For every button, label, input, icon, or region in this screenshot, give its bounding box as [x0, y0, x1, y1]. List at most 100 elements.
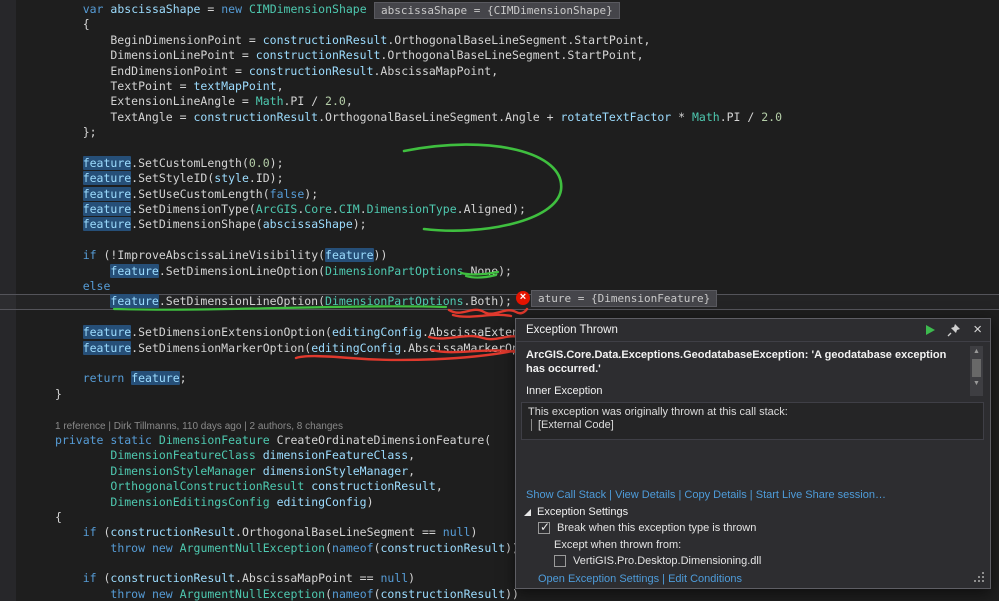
- datatip-abscissa-shape[interactable]: abscissaShape = {CIMDimensionShape}: [374, 2, 620, 19]
- code-token: feature: [82, 325, 132, 340]
- code-line[interactable]: BeginDimensionPoint = constructionResult…: [55, 33, 999, 48]
- code-line[interactable]: feature.SetStyleID(style.ID);: [55, 171, 999, 186]
- code-token: 2.0: [325, 94, 346, 109]
- link-edit-conditions[interactable]: Edit Conditions: [668, 573, 742, 585]
- code-token: .OrthogonalBaseLineSegment.StartPoint,: [380, 48, 644, 63]
- code-token: DimensionPartOptions: [325, 294, 464, 309]
- exception-settings-header[interactable]: Exception Settings: [524, 506, 628, 518]
- code-token: .SetUseCustomLength(: [131, 186, 270, 201]
- code-line[interactable]: if (!ImproveAbscissaLineVisibility(featu…: [55, 248, 999, 263]
- code-token: );: [269, 155, 284, 170]
- code-token: ,: [276, 78, 284, 93]
- code-line[interactable]: };: [55, 125, 999, 140]
- link-open-exception-settings[interactable]: Open Exception Settings: [538, 573, 659, 585]
- scroll-down-icon[interactable]: ▼: [970, 378, 983, 390]
- code-line[interactable]: feature.SetDimensionLineOption(Dimension…: [55, 263, 999, 279]
- break-checkbox-row[interactable]: Break when this exception type is thrown: [538, 520, 757, 534]
- code-token: feature: [82, 171, 132, 186]
- scroll-up-icon[interactable]: ▲: [970, 346, 983, 358]
- code-token: =: [200, 2, 222, 16]
- callstack-item[interactable]: [External Code]: [531, 419, 977, 431]
- code-token: if: [82, 525, 97, 540]
- code-token: static: [110, 432, 152, 447]
- code-token: constructionResult: [311, 479, 436, 494]
- code-line[interactable]: feature.SetDimensionShape(abscissaShape)…: [55, 217, 999, 232]
- break-checkbox-label: Break when this exception type is thrown: [557, 522, 757, 534]
- pin-icon[interactable]: [947, 323, 961, 337]
- close-icon[interactable]: ×: [973, 322, 982, 337]
- break-checkbox[interactable]: [538, 520, 550, 534]
- code-token: constructionResult: [380, 586, 506, 601]
- code-token: constructionResult: [193, 109, 319, 124]
- code-token: 0.0: [248, 155, 270, 170]
- code-line[interactable]: TextAngle = constructionResult.Orthogona…: [55, 110, 999, 125]
- code-token: (: [325, 540, 333, 555]
- code-line[interactable]: TextPoint = textMapPoint,: [55, 79, 999, 94]
- code-token: nameof: [332, 586, 374, 601]
- link-start-live-share-session[interactable]: Start Live Share session…: [756, 489, 886, 501]
- code-line[interactable]: DimensionLinePoint = constructionResult.…: [55, 48, 999, 63]
- code-token: feature: [82, 340, 132, 355]
- code-line[interactable]: ExtensionLineAngle = Math.PI / 2.0,: [55, 94, 999, 109]
- code-line[interactable]: [55, 233, 999, 248]
- code-token: ExtensionLineAngle =: [55, 94, 256, 109]
- code-token: ,: [408, 448, 416, 463]
- code-token: CreateOrdinateDimensionFeature(: [269, 432, 492, 447]
- code-token: feature: [82, 217, 132, 232]
- expander-icon[interactable]: [524, 508, 531, 516]
- code-token: editingConfig: [331, 325, 422, 340]
- module-checkbox-row[interactable]: VertiGIS.Pro.Desktop.Dimensioning.dll: [554, 555, 761, 567]
- code-token: DimensionStyleManager: [110, 463, 256, 478]
- link-separator: |: [746, 489, 756, 501]
- resize-grip-icon[interactable]: [973, 571, 985, 583]
- code-token: EndDimensionPoint =: [55, 63, 249, 78]
- code-token: .AbscissaMarkerOp: [401, 340, 519, 355]
- code-token: private: [55, 432, 104, 447]
- message-scrollbar[interactable]: ▲ ▼: [970, 346, 983, 396]
- code-token: .SetDimensionMarkerOption(: [131, 340, 312, 355]
- code-line[interactable]: {: [55, 17, 999, 32]
- code-line[interactable]: feature.SetDimensionType(ArcGIS.Core.CIM…: [55, 202, 999, 217]
- code-line[interactable]: feature.SetUseCustomLength(false);: [55, 186, 999, 202]
- module-checkbox[interactable]: [554, 555, 566, 567]
- code-token: .OrthogonalBaseLineSegment.Angle +: [318, 109, 561, 124]
- code-token: .SetCustomLength(: [131, 155, 249, 170]
- code-token: throw: [110, 540, 146, 555]
- code-token: constructionResult: [110, 525, 236, 540]
- continue-icon[interactable]: [926, 325, 936, 335]
- code-token: .SetDimensionShape(: [131, 217, 263, 232]
- code-line[interactable]: [55, 141, 999, 156]
- exception-icon[interactable]: ×: [516, 291, 530, 305]
- code-token: return: [82, 371, 125, 386]
- code-line[interactable]: EndDimensionPoint = constructionResult.A…: [55, 64, 999, 79]
- code-token: TextAngle =: [55, 109, 194, 124]
- scrollbar-thumb[interactable]: [972, 359, 981, 377]
- code-token: .SetDimensionType(: [131, 202, 256, 217]
- datatip-feature[interactable]: ature = {DimensionFeature}: [531, 290, 718, 307]
- code-line[interactable]: feature.SetCustomLength(0.0);: [55, 155, 999, 171]
- code-token: .OrthogonalBaseLineSegment ==: [235, 525, 443, 540]
- dialog-header-icons: ×: [926, 319, 982, 341]
- code-token: else: [82, 279, 111, 294]
- link-show-call-stack[interactable]: Show Call Stack: [526, 489, 606, 501]
- link-view-details[interactable]: View Details: [615, 489, 675, 501]
- code-token: DimensionEditingsConfig: [110, 494, 270, 509]
- code-token: .AbscissaMapPoint ==: [235, 571, 381, 586]
- code-token: );: [304, 186, 319, 201]
- code-token: (: [96, 571, 111, 586]
- code-token: };: [55, 125, 97, 140]
- link-copy-details[interactable]: Copy Details: [684, 489, 746, 501]
